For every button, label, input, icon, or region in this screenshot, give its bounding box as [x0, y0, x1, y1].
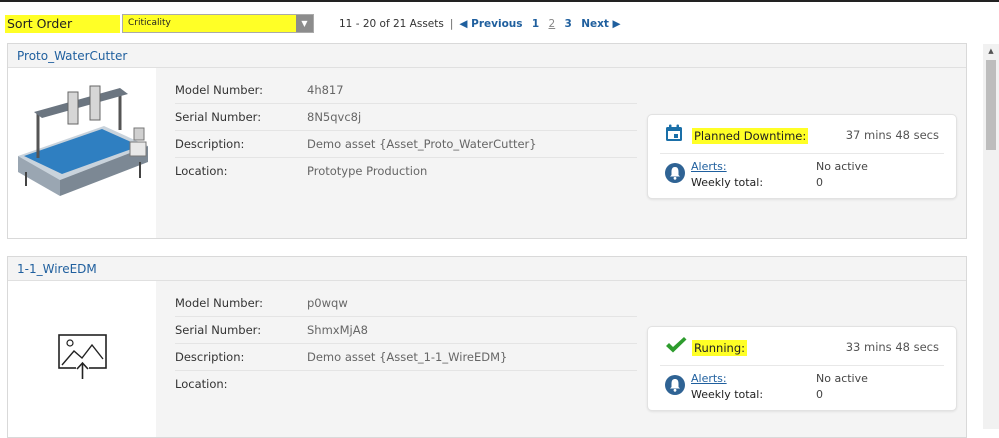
field-row: Serial Number: ShmxMjA8 [175, 317, 637, 344]
asset-photo [8, 68, 156, 238]
sort-order-value: Criticality [128, 18, 171, 28]
field-value: ShmxMjA8 [307, 323, 368, 337]
weekly-total-value: 0 [816, 176, 823, 189]
field-row: Description: Demo asset {Asset_Proto_Wat… [175, 131, 637, 158]
field-value: 4h817 [307, 83, 344, 97]
field-label: Model Number: [175, 296, 264, 310]
image-upload-icon[interactable] [8, 281, 156, 421]
asset-card: Proto_WaterCutter Model Number: 4h817 Se… [7, 43, 967, 239]
field-row: Serial Number: 8N5qvc8j [175, 104, 637, 131]
alerts-link[interactable]: Alerts: [691, 372, 727, 385]
range-text: 11 - 20 of 21 Assets [339, 18, 444, 30]
status-duration: 37 mins 48 secs [845, 128, 939, 142]
pagination: 11 - 20 of 21 Assets | ◀ Previous 1 2 3 Ne… [339, 18, 621, 30]
weekly-total-label: Weekly total: [691, 388, 764, 401]
field-label: Location: [175, 377, 228, 391]
alerts-value: No active [816, 372, 868, 385]
field-label: Serial Number: [175, 110, 262, 124]
pager-separator: | [449, 18, 454, 30]
asset-card: 1-1_WireEDM Model Number: p0wqw Serial N… [7, 256, 967, 438]
scroll-up-arrow-icon[interactable]: ▲ [983, 44, 999, 58]
alerts-link[interactable]: Alerts: [691, 160, 727, 173]
field-label: Description: [175, 350, 245, 364]
top-border [0, 0, 999, 2]
weekly-total-label: Weekly total: [691, 176, 764, 189]
field-row: Description: Demo asset {Asset_1-1_WireE… [175, 344, 637, 371]
field-row: Model Number: 4h817 [175, 77, 637, 104]
chevron-down-icon[interactable]: ▼ [296, 15, 313, 32]
asset-photo [8, 281, 156, 437]
bell-icon [665, 163, 685, 187]
waterjet-machine-image [18, 85, 148, 196]
asset-details: Model Number: 4h817 Serial Number: 8N5qv… [156, 68, 966, 238]
asset-details: Model Number: p0wqw Serial Number: ShmxM… [156, 281, 966, 437]
status-duration: 33 mins 48 secs [845, 340, 939, 354]
field-label: Model Number: [175, 83, 264, 97]
field-label: Location: [175, 164, 228, 178]
field-value: Demo asset {Asset_Proto_WaterCutter} [307, 137, 537, 151]
field-row: Model Number: p0wqw [175, 290, 637, 317]
page-link-2-current[interactable]: 2 [549, 18, 556, 30]
asset-title-link[interactable]: Proto_WaterCutter [8, 44, 966, 68]
status-label: Planned Downtime: [692, 128, 809, 144]
status-label: Running: [692, 340, 747, 356]
calendar-icon [665, 124, 683, 146]
previous-page-link[interactable]: ◀ Previous [459, 18, 522, 30]
field-row: Location: Prototype Production [175, 158, 637, 184]
asset-title-link[interactable]: 1-1_WireEDM [8, 257, 966, 281]
alerts-value: No active [816, 160, 868, 173]
field-value: p0wqw [307, 296, 348, 310]
weekly-total-value: 0 [816, 388, 823, 401]
scrollbar-thumb[interactable] [986, 60, 996, 150]
field-value: Prototype Production [307, 164, 428, 178]
page-link-3[interactable]: 3 [565, 18, 572, 30]
field-value: Demo asset {Asset_1-1_WireEDM} [307, 350, 508, 364]
page-link-1[interactable]: 1 [532, 18, 539, 30]
status-panel: Planned Downtime: 37 mins 48 secs Alerts… [647, 114, 957, 199]
checkmark-icon [665, 336, 687, 358]
sort-order-select[interactable]: Criticality ▼ [122, 14, 314, 33]
field-value: 8N5qvc8j [307, 110, 362, 124]
sort-order-label: Sort Order [5, 15, 120, 33]
field-row: Location: [175, 371, 637, 397]
bell-icon [665, 375, 685, 399]
next-page-link[interactable]: Next ▶ [581, 18, 620, 30]
field-label: Description: [175, 137, 245, 151]
field-label: Serial Number: [175, 323, 262, 337]
status-panel: Running: 33 mins 48 secs Alerts: No acti… [647, 326, 957, 411]
